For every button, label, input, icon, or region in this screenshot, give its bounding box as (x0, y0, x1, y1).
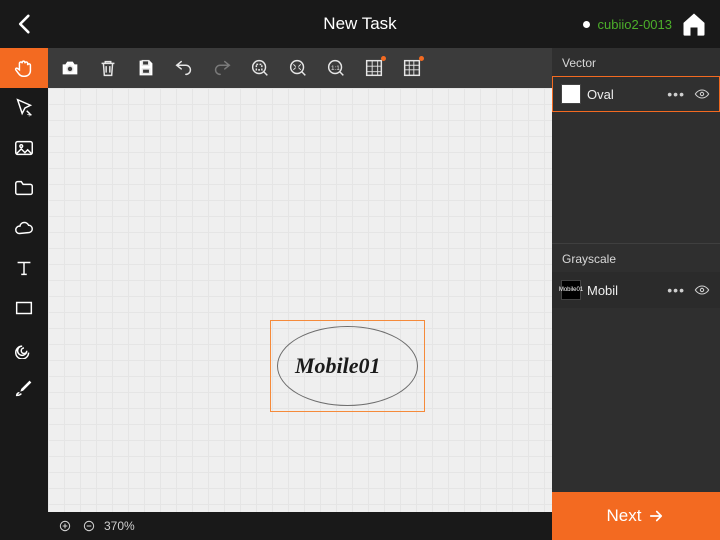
layer-label: Oval (587, 87, 659, 102)
layer-mobil[interactable]: Mobile01 Mobil ••• (552, 272, 720, 308)
canvas-text[interactable]: Mobile01 (295, 353, 381, 379)
save-button[interactable] (130, 52, 162, 84)
svg-text:1:1: 1:1 (331, 65, 340, 72)
redo-button (206, 52, 238, 84)
canvas-grid (48, 88, 552, 512)
grid-b-button[interactable] (396, 52, 428, 84)
visibility-toggle-icon[interactable] (693, 281, 711, 299)
layer-more-button[interactable]: ••• (665, 86, 687, 102)
zoom-level-label: 370% (104, 519, 135, 533)
back-button[interactable] (12, 10, 40, 38)
folder-tool[interactable] (0, 168, 48, 208)
layer-oval[interactable]: Oval ••• (552, 76, 720, 112)
zoom-bar: 370% (48, 512, 552, 540)
rectangle-tool[interactable] (0, 288, 48, 328)
home-button[interactable] (680, 10, 708, 38)
trash-button[interactable] (92, 52, 124, 84)
top-bar: New Task cubiio2-0013 (0, 0, 720, 48)
zoom-in-icon[interactable] (56, 517, 74, 535)
spiral-tool[interactable] (0, 328, 48, 368)
layer-label: Mobil (587, 283, 659, 298)
selection-tool[interactable]: + (0, 88, 48, 128)
image-tool[interactable] (0, 128, 48, 168)
zoom-fit-button[interactable] (244, 52, 276, 84)
layer-thumb (561, 84, 581, 104)
undo-button[interactable] (168, 52, 200, 84)
vector-layer-list: Oval ••• (552, 76, 720, 112)
right-panel: Vector Oval ••• Grayscale Mobile01 (552, 48, 720, 540)
grayscale-layer-list: Mobile01 Mobil ••• (552, 272, 720, 308)
camera-button[interactable] (54, 52, 86, 84)
status-dot-icon (583, 21, 590, 28)
layer-more-button[interactable]: ••• (665, 282, 687, 298)
layer-thumb: Mobile01 (561, 280, 581, 300)
zoom-in-button[interactable] (282, 52, 314, 84)
zoom-out-icon[interactable] (80, 517, 98, 535)
next-label: Next (607, 506, 642, 526)
grayscale-section-title: Grayscale (552, 244, 720, 272)
svg-text:+: + (27, 110, 32, 119)
device-id-label: cubiio2-0013 (598, 17, 672, 32)
brush-tool[interactable] (0, 368, 48, 408)
hand-tool[interactable] (0, 48, 48, 88)
text-tool[interactable] (0, 248, 48, 288)
vector-section-title: Vector (552, 48, 720, 76)
next-button[interactable]: Next (552, 492, 720, 540)
left-toolbar: + (0, 48, 48, 540)
grid-a-button[interactable] (358, 52, 390, 84)
arrow-right-icon (647, 507, 665, 525)
zoom-1to1-button[interactable]: 1:1 (320, 52, 352, 84)
visibility-toggle-icon[interactable] (693, 85, 711, 103)
cloud-tool[interactable] (0, 208, 48, 248)
top-toolbar: 1:1 (48, 48, 552, 88)
canvas[interactable]: Mobile01 (48, 88, 552, 512)
